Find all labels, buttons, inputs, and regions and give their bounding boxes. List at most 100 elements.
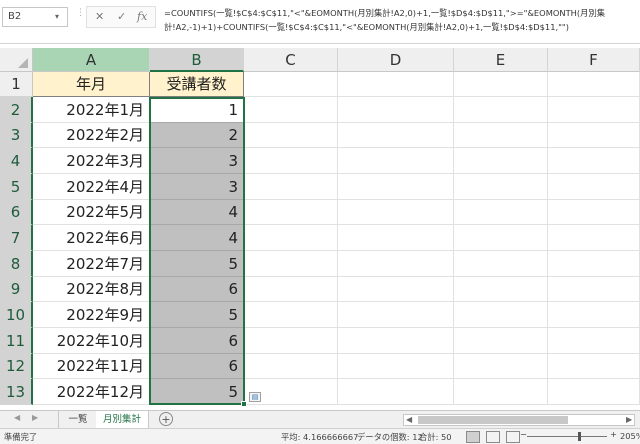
zoom-out-icon[interactable]: − [520,429,527,439]
normal-view-icon[interactable] [466,431,480,443]
cell-d6[interactable] [338,200,454,225]
horizontal-scrollbar[interactable]: ◀ ▶ [403,414,635,426]
row-header-11[interactable]: 11 [0,328,33,354]
cell-b4[interactable]: 3 [150,148,244,174]
cell-b3[interactable]: 2 [150,123,244,148]
cell-b13[interactable]: 5 [150,379,244,405]
enter-icon[interactable]: ✓ [117,10,126,23]
cell-d12[interactable] [338,354,454,379]
cell-e1[interactable] [454,72,548,97]
cell-c11[interactable] [244,328,338,354]
cell-a7[interactable]: 2022年6月 [33,225,150,251]
cell-b1[interactable]: 受講者数 [150,72,244,97]
cell-f5[interactable] [548,174,640,200]
cell-d4[interactable] [338,148,454,174]
cell-a4[interactable]: 2022年3月 [33,148,150,174]
cell-c7[interactable] [244,225,338,251]
status-sum[interactable]: 合計: 50 [419,431,452,443]
column-header-d[interactable]: D [338,48,454,72]
row-header-1[interactable]: 1 [0,72,33,97]
cell-d8[interactable] [338,251,454,277]
cell-f7[interactable] [548,225,640,251]
row-header-3[interactable]: 3 [0,123,33,148]
zoom-in-icon[interactable]: + [610,429,617,439]
row-header-10[interactable]: 10 [0,302,33,328]
select-all-button[interactable] [0,48,33,72]
cell-a10[interactable]: 2022年9月 [33,302,150,328]
column-header-f[interactable]: F [548,48,640,72]
formula-input[interactable]: =COUNTIFS(一覧!$C$4:$C$11,"<"&EOMONTH(月別集計… [164,6,638,42]
scroll-left-icon[interactable]: ◀ [406,415,412,424]
page-break-view-icon[interactable] [506,431,520,443]
cell-f6[interactable] [548,200,640,225]
chevron-down-icon[interactable]: ▾ [55,7,67,27]
scroll-thumb[interactable] [418,416,568,424]
column-header-c[interactable]: C [244,48,338,72]
cell-b6[interactable]: 4 [150,200,244,225]
sheet-next-icon[interactable]: ▶ [32,413,38,422]
cell-f8[interactable] [548,251,640,277]
cell-f3[interactable] [548,123,640,148]
cell-b12[interactable]: 6 [150,354,244,379]
zoom-level[interactable]: 205% [620,431,640,441]
add-sheet-button[interactable]: + [159,412,173,426]
cell-f4[interactable] [548,148,640,174]
zoom-slider-thumb[interactable] [578,432,581,441]
cell-b8[interactable]: 5 [150,251,244,277]
cell-a8[interactable]: 2022年7月 [33,251,150,277]
cell-f1[interactable] [548,72,640,97]
row-header-13[interactable]: 13 [0,379,33,405]
cell-c9[interactable] [244,277,338,302]
page-layout-view-icon[interactable] [486,431,500,443]
cell-c12[interactable] [244,354,338,379]
status-count[interactable]: データの個数: 12 [357,431,423,443]
cell-e9[interactable] [454,277,548,302]
row-header-4[interactable]: 4 [0,148,33,174]
cell-a11[interactable]: 2022年10月 [33,328,150,354]
drag-handle-icon[interactable]: ⋮ [76,8,85,26]
cell-f13[interactable] [548,379,640,405]
cell-c3[interactable] [244,123,338,148]
worksheet-grid[interactable]: A B C D E F 1 年月 受講者数 2 2022年1月 1 3 2022年2月 2… [0,48,640,410]
cell-d7[interactable] [338,225,454,251]
cell-c10[interactable] [244,302,338,328]
zoom-slider[interactable] [527,436,607,437]
cell-e10[interactable] [454,302,548,328]
cell-a12[interactable]: 2022年11月 [33,354,150,379]
cell-a1[interactable]: 年月 [33,72,150,97]
cell-d2[interactable] [338,97,454,123]
cell-e6[interactable] [454,200,548,225]
cell-f12[interactable] [548,354,640,379]
scroll-right-icon[interactable]: ▶ [626,415,632,424]
cell-e7[interactable] [454,225,548,251]
row-header-8[interactable]: 8 [0,251,33,277]
cell-a3[interactable]: 2022年2月 [33,123,150,148]
sheet-prev-icon[interactable]: ◀ [14,413,20,422]
insert-function-icon[interactable]: fx [137,10,147,23]
cell-a13[interactable]: 2022年12月 [33,379,150,405]
cell-e4[interactable] [454,148,548,174]
cell-c4[interactable] [244,148,338,174]
cell-c2[interactable] [244,97,338,123]
cell-c1[interactable] [244,72,338,97]
cell-c5[interactable] [244,174,338,200]
cell-b9[interactable]: 6 [150,277,244,302]
cell-b2[interactable]: 1 [150,97,244,123]
cell-a6[interactable]: 2022年5月 [33,200,150,225]
tab-ichiran[interactable]: 一覧 [58,411,98,428]
cell-a2[interactable]: 2022年1月 [33,97,150,123]
cell-b10[interactable]: 5 [150,302,244,328]
row-header-6[interactable]: 6 [0,200,33,225]
cell-e11[interactable] [454,328,548,354]
cell-c6[interactable] [244,200,338,225]
cell-d5[interactable] [338,174,454,200]
cell-d9[interactable] [338,277,454,302]
cell-e8[interactable] [454,251,548,277]
cell-e2[interactable] [454,97,548,123]
column-header-b[interactable]: B [150,48,244,72]
paste-options-icon[interactable]: ▤ [249,392,261,402]
cancel-icon[interactable]: ✕ [95,10,104,23]
row-header-5[interactable]: 5 [0,174,33,200]
cell-e12[interactable] [454,354,548,379]
cell-a9[interactable]: 2022年8月 [33,277,150,302]
